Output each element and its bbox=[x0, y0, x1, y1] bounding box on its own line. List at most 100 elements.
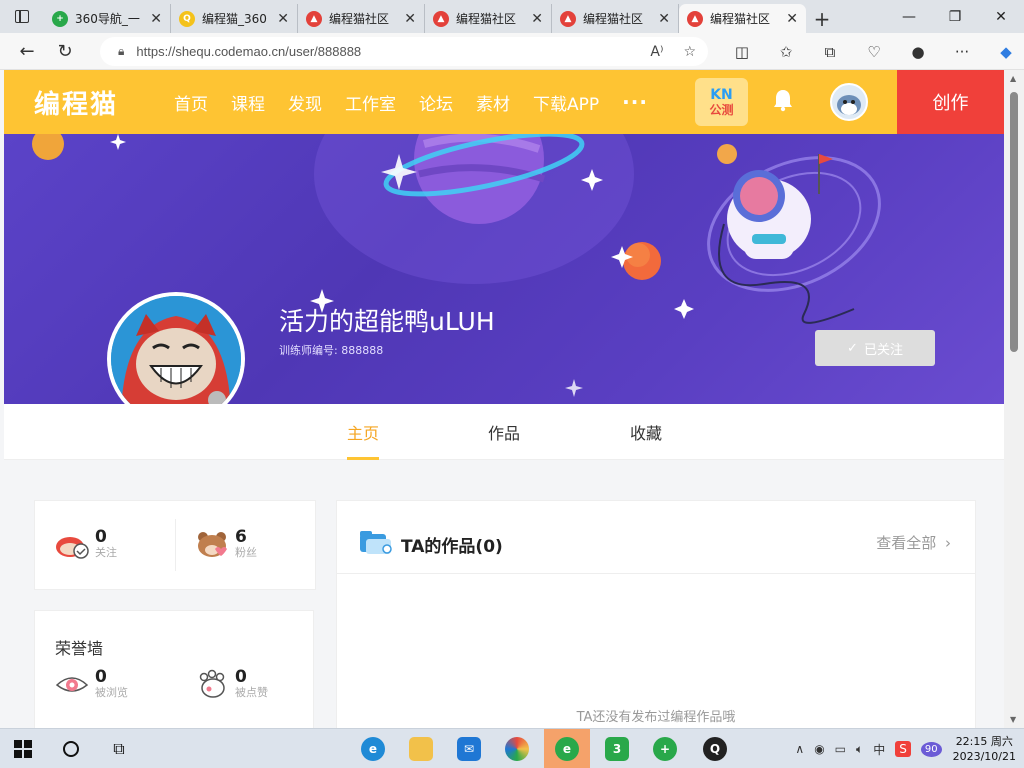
profile-banner: 活力的超能鸭uLUH 训练师编号: 888888 ✓ 已关注 bbox=[4, 134, 1004, 404]
tab-title: 编程猫_360 bbox=[202, 12, 267, 26]
scroll-down-icon[interactable]: ▼ bbox=[1010, 715, 1016, 724]
task-view-icon[interactable]: ⧉ bbox=[96, 729, 142, 768]
favorite-star-icon[interactable]: ☆ bbox=[683, 44, 696, 60]
mail-icon[interactable]: ✉ bbox=[446, 729, 492, 768]
network-icon[interactable]: ▭ bbox=[835, 742, 846, 756]
followed-button[interactable]: ✓ 已关注 bbox=[815, 330, 935, 366]
view-all-link[interactable]: 查看全部 › bbox=[876, 532, 951, 553]
browser-tab-5[interactable]: ▲ 编程猫社区 ✕ bbox=[552, 4, 679, 33]
kn-beta-label: 公测 bbox=[709, 102, 734, 117]
tab-title: 360导航_一 bbox=[75, 12, 140, 26]
360-security-icon[interactable]: + bbox=[642, 729, 688, 768]
tab-close-icon[interactable]: ✕ bbox=[531, 11, 543, 27]
main-nav: 首页 课程 发现 工作室 论坛 素材 下载APP ··· bbox=[174, 70, 648, 134]
browser-tab-1[interactable]: + 360导航_一 ✕ bbox=[44, 4, 171, 33]
codemao-favicon-icon: ▲ bbox=[560, 10, 576, 27]
page-scrollbar[interactable]: ▲ ▼ bbox=[1004, 70, 1024, 728]
tab-close-icon[interactable]: ✕ bbox=[786, 11, 798, 27]
tab-close-icon[interactable]: ✕ bbox=[404, 11, 416, 27]
following-icon bbox=[56, 537, 89, 559]
nav-courses[interactable]: 课程 bbox=[231, 90, 265, 115]
scroll-up-icon[interactable]: ▲ bbox=[1010, 74, 1016, 83]
tab-title: 编程猫社区 bbox=[583, 12, 644, 26]
nav-discover[interactable]: 发现 bbox=[288, 90, 322, 115]
favorites-icon[interactable]: ✩ bbox=[764, 43, 808, 61]
followed-label: 已关注 bbox=[863, 342, 903, 358]
nav-materials[interactable]: 素材 bbox=[476, 90, 510, 115]
copilot-icon[interactable]: ◆ bbox=[984, 43, 1024, 61]
address-bar-row: ← ↻ 🔒︎ https://shequ.codemao.cn/user/888… bbox=[0, 33, 1024, 70]
tab-title: 编程猫社区 bbox=[329, 12, 390, 26]
nav-forum[interactable]: 论坛 bbox=[419, 90, 453, 115]
clock[interactable]: 22:15 周六 2023/10/21 bbox=[953, 734, 1016, 764]
tab-close-icon[interactable]: ✕ bbox=[658, 11, 670, 27]
url-text: https://shequ.codemao.cn/user/888888 bbox=[136, 44, 362, 59]
edge-taskbar-icon[interactable]: e bbox=[350, 729, 396, 768]
create-button[interactable]: 创作 bbox=[897, 70, 1004, 134]
360-browser-taskbar-icon[interactable]: e bbox=[544, 729, 590, 768]
works-folder-icon bbox=[360, 531, 392, 554]
nav-download-app[interactable]: 下载APP bbox=[533, 90, 599, 115]
codemao-favicon-icon: ▲ bbox=[306, 10, 322, 27]
kn-beta-button[interactable]: KN 公测 bbox=[695, 78, 748, 126]
profile-icon[interactable]: ● bbox=[896, 43, 940, 61]
tab-close-icon[interactable]: ✕ bbox=[150, 11, 162, 27]
user-avatar[interactable] bbox=[830, 83, 868, 121]
nav-studio[interactable]: 工作室 bbox=[345, 90, 396, 115]
clock-date: 2023/10/21 bbox=[952, 750, 1016, 763]
lock-icon[interactable]: 🔒︎ bbox=[118, 44, 124, 59]
following-stat[interactable]: 0 关注 bbox=[55, 529, 117, 559]
nav-home[interactable]: 首页 bbox=[174, 90, 208, 115]
search-circle-icon[interactable] bbox=[48, 729, 94, 768]
start-windows-icon[interactable] bbox=[0, 729, 46, 768]
tray-expand-icon[interactable]: ∧ bbox=[795, 742, 804, 756]
tab-favorites[interactable]: 收藏 bbox=[630, 404, 662, 460]
notification-badge[interactable]: 90 bbox=[920, 741, 942, 757]
new-tab-button[interactable]: + bbox=[806, 4, 838, 33]
tab-works[interactable]: 作品 bbox=[488, 404, 520, 460]
close-window-icon[interactable]: ✕ bbox=[978, 0, 1024, 33]
url-field[interactable]: 🔒︎ https://shequ.codemao.cn/user/888888 … bbox=[100, 37, 708, 66]
tab-close-icon[interactable]: ✕ bbox=[277, 11, 289, 27]
following-label: 关注 bbox=[95, 546, 117, 559]
minimize-icon[interactable]: — bbox=[886, 0, 932, 33]
notification-bell-icon[interactable] bbox=[772, 88, 794, 112]
qq-icon[interactable]: Q bbox=[692, 729, 738, 768]
collections-icon[interactable]: ⧉ bbox=[808, 43, 852, 61]
sogou-icon[interactable]: S bbox=[895, 741, 911, 757]
app-store-icon[interactable]: 3 bbox=[594, 729, 640, 768]
browser-tab-3[interactable]: ▲ 编程猫社区 ✕ bbox=[298, 4, 425, 33]
file-explorer-icon[interactable] bbox=[398, 729, 444, 768]
daruma-avatar-icon bbox=[111, 296, 241, 404]
split-screen-icon[interactable]: ◫ bbox=[720, 43, 764, 61]
tab-home[interactable]: 主页 bbox=[347, 404, 380, 460]
scroll-thumb[interactable] bbox=[1010, 92, 1018, 352]
works-title: TA的作品(0) bbox=[401, 537, 503, 557]
ime-indicator[interactable]: 中 bbox=[873, 741, 885, 758]
codemao-favicon-icon: ▲ bbox=[687, 10, 703, 27]
nav-more-icon[interactable]: ··· bbox=[622, 90, 648, 114]
browser-tab-6-active[interactable]: ▲ 编程猫社区 ✕ bbox=[679, 4, 806, 33]
profile-tabs: 主页 作品 收藏 bbox=[4, 404, 1004, 460]
read-aloud-icon[interactable]: A⁾ bbox=[650, 44, 663, 60]
color-app-icon[interactable] bbox=[494, 729, 540, 768]
browser-tab-4[interactable]: ▲ 编程猫社区 ✕ bbox=[425, 4, 552, 33]
refresh-icon[interactable]: ↻ bbox=[46, 36, 84, 66]
browser-tab-2[interactable]: Q 编程猫_360 ✕ bbox=[171, 4, 298, 33]
system-tray: ∧ ◉ ▭ 🔈︎ 中 S 90 22:15 周六 2023/10/21 bbox=[790, 729, 1024, 768]
restore-icon[interactable]: ❐ bbox=[932, 0, 978, 33]
360-favicon-icon: + bbox=[52, 10, 68, 27]
kn-label: KN bbox=[710, 86, 733, 103]
tray-360-icon[interactable]: ◉ bbox=[814, 742, 824, 756]
honor-wall-card: 荣誉墙 0 被浏览 0 被点赞 bbox=[34, 610, 314, 740]
browser-essentials-icon[interactable]: ♡ bbox=[852, 43, 896, 61]
window-controls: — ❐ ✕ bbox=[886, 0, 1024, 33]
back-icon[interactable]: ← bbox=[8, 36, 46, 66]
fans-stat[interactable]: 6 粉丝 bbox=[195, 529, 257, 559]
volume-icon[interactable]: 🔈︎ bbox=[856, 742, 863, 757]
browser-toolbar: ◫ ✩ ⧉ ♡ ● ··· ◆ bbox=[720, 33, 1024, 70]
site-logo[interactable]: 编程猫 bbox=[34, 84, 118, 121]
settings-more-icon[interactable]: ··· bbox=[940, 43, 984, 61]
paw-like-icon bbox=[199, 669, 225, 698]
tab-actions-icon[interactable] bbox=[0, 0, 44, 33]
